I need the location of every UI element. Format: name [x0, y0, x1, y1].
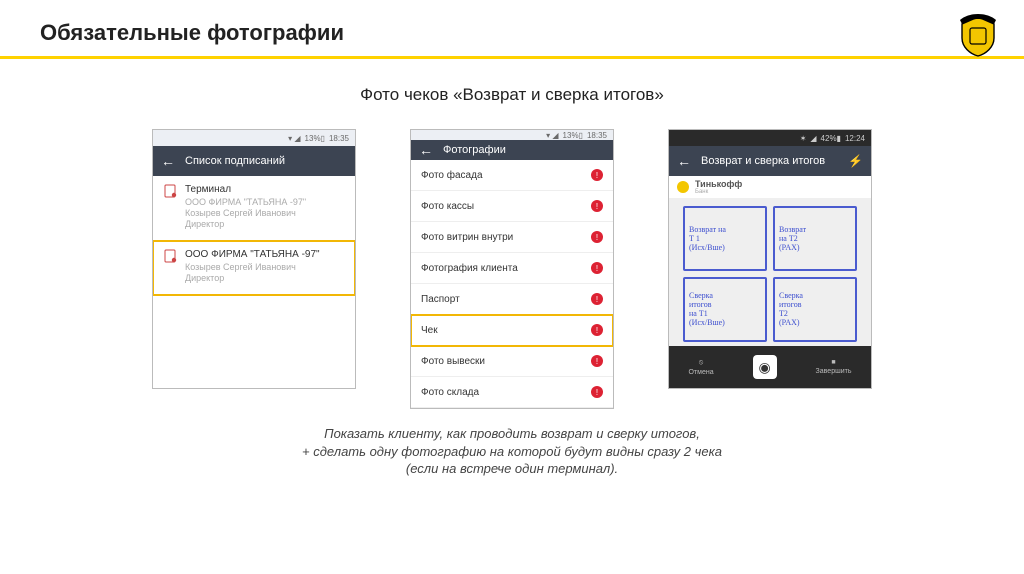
photo-list-item[interactable]: Фото фасада! [411, 160, 613, 191]
app-bar-title: Список подписаний [185, 155, 285, 167]
brand-strip: Тинькофф Банк [669, 176, 871, 198]
screenshot-signatures: ▾ ◢ 13%▯ 18:35 ← Список подписаний Терми… [152, 129, 356, 389]
signature-item[interactable]: ООО ФИРМА "ТАТЬЯНА -97" Козырев Сергей И… [153, 241, 355, 295]
cancel-icon: ⦸ [699, 359, 704, 367]
back-icon[interactable]: ← [161, 154, 175, 168]
required-badge: ! [591, 231, 603, 243]
slide-title: Обязательные фотографии [40, 20, 984, 46]
app-bar: ← Фотографии [411, 140, 613, 160]
photo-list-item[interactable]: Фото кассы! [411, 191, 613, 222]
battery-indicator: 42%▮ [821, 134, 841, 143]
app-bar: ← Список подписаний [153, 146, 355, 176]
brand-logo-icon [677, 181, 689, 193]
status-bar: ✶ ◢ 42%▮ 12:24 [669, 130, 871, 146]
stop-icon: ■ [831, 359, 835, 366]
battery-indicator: 13%▯ [563, 131, 583, 140]
signal-icon: ▾ ◢ [288, 134, 300, 143]
clock: 18:35 [329, 134, 349, 143]
signature-item[interactable]: Терминал ООО ФИРМА "ТАТЬЯНА -97" Козырев… [153, 176, 355, 241]
camera-controls: ⦸ Отмена ◉ ■ Завершить [669, 346, 871, 388]
photo-list-item[interactable]: Паспорт! [411, 284, 613, 315]
status-bar: ▾ ◢ 13%▯ 18:35 [153, 130, 355, 146]
clipboard-icon [163, 249, 177, 263]
required-badge: ! [591, 324, 603, 336]
clipboard-icon [163, 184, 177, 198]
brand-sub: Банк [695, 189, 742, 195]
battery-indicator: 13%▯ [305, 134, 325, 143]
slide-subtitle: Фото чеков «Возврат и сверка итогов» [40, 85, 984, 105]
clock: 18:35 [587, 131, 607, 140]
back-icon[interactable]: ← [419, 143, 433, 157]
divider [0, 56, 1024, 59]
camera-icon: ◉ [758, 359, 770, 376]
flash-icon[interactable]: ⚡ [848, 154, 863, 168]
required-badge: ! [591, 262, 603, 274]
cancel-button[interactable]: ⦸ Отмена [688, 359, 713, 376]
photo-list-item[interactable]: Чек! [411, 315, 613, 346]
app-bar-title: Фотографии [443, 144, 506, 156]
photo-list-item[interactable]: Фотография клиента! [411, 253, 613, 284]
screenshot-photos-list: ▾ ◢ 13%▯ 18:35 ← Фотографии Фото фасада!… [410, 129, 614, 409]
receipt-note: Сверкаитоговна Т1(Исх/Вше) [683, 277, 767, 342]
finish-button[interactable]: ■ Завершить [816, 359, 852, 375]
photo-list-item[interactable]: Фото витрин внутри! [411, 222, 613, 253]
receipt-note: Возврат наТ 1(Исх/Вше) [683, 206, 767, 271]
status-bar: ▾ ◢ 13%▯ 18:35 [411, 130, 613, 140]
shutter-button[interactable]: ◉ [753, 355, 777, 379]
required-badge: ! [591, 355, 603, 367]
required-badge: ! [591, 200, 603, 212]
clock: 12:24 [845, 134, 865, 143]
receipt-note: СверкаитоговТ2(PAX) [773, 277, 857, 342]
receipt-note: Возвратна Т2(PAX) [773, 206, 857, 271]
signal-icon: ◢ [810, 134, 816, 143]
required-badge: ! [591, 386, 603, 398]
signal-icon: ▾ ◢ [546, 131, 558, 140]
app-bar: ← Возврат и сверка итогов ⚡ [669, 146, 871, 176]
wifi-icon: ✶ [800, 134, 807, 143]
back-icon[interactable]: ← [677, 154, 691, 168]
required-badge: ! [591, 293, 603, 305]
photo-list-item[interactable]: Фото склада! [411, 377, 613, 408]
screenshot-camera: ✶ ◢ 42%▮ 12:24 ← Возврат и сверка итогов… [668, 129, 872, 389]
tinkoff-logo [956, 14, 1000, 58]
required-badge: ! [591, 169, 603, 181]
brand-name: Тинькофф [695, 179, 742, 189]
footer-note: Показать клиенту, как проводить возврат … [40, 425, 984, 478]
app-bar-title: Возврат и сверка итогов [701, 155, 825, 167]
photo-list-item[interactable]: Фото вывески! [411, 346, 613, 377]
